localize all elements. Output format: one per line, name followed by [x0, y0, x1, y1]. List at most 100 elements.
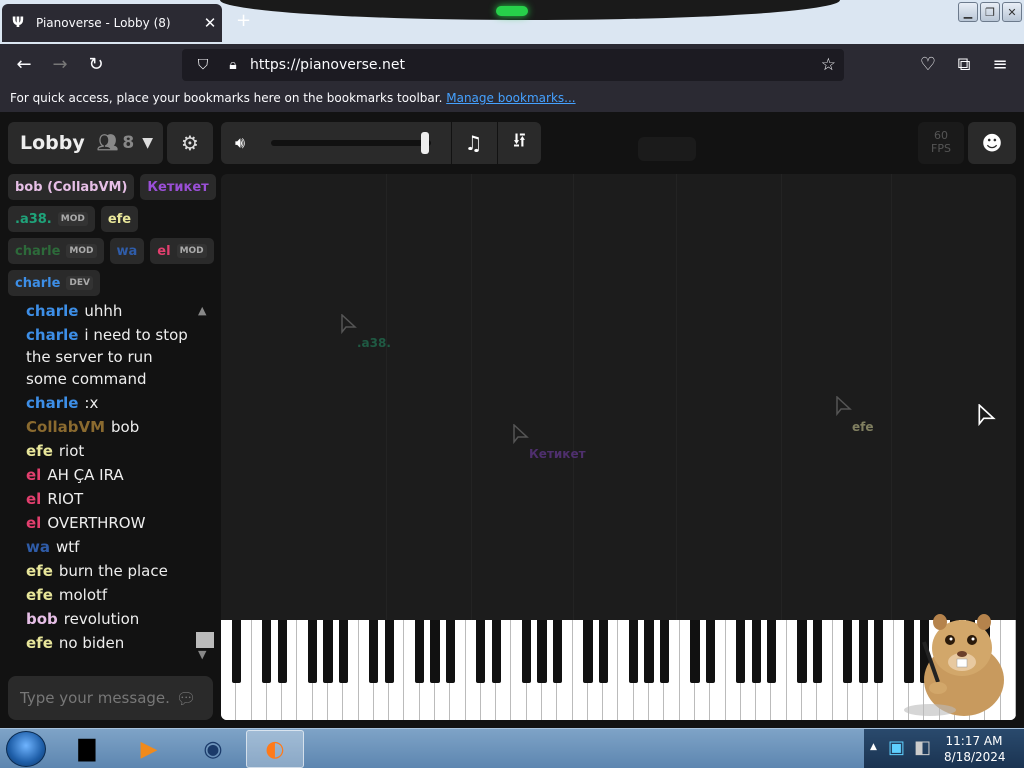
- user-chip[interactable]: Кетикет: [140, 174, 216, 200]
- start-button[interactable]: [6, 731, 46, 767]
- black-key[interactable]: [231, 620, 241, 683]
- tray-expand-icon[interactable]: ▲: [870, 742, 877, 752]
- extensions-icon[interactable]: ⧉: [952, 54, 976, 75]
- chat-scroll-thumb[interactable]: [196, 632, 214, 648]
- chat-author[interactable]: charle: [26, 394, 78, 412]
- user-chip[interactable]: efe: [100, 206, 139, 232]
- black-key[interactable]: [873, 620, 883, 683]
- user-chip[interactable]: bob (CollabVM): [8, 174, 135, 200]
- black-key[interactable]: [323, 620, 333, 683]
- chat-bubble-icon[interactable]: 💬︎: [176, 689, 196, 708]
- user-chip[interactable]: charle MOD: [8, 238, 104, 264]
- black-key[interactable]: [537, 620, 547, 683]
- scroll-up-icon[interactable]: ▲: [198, 304, 206, 317]
- chat-author[interactable]: CollabVM: [26, 418, 105, 436]
- black-key[interactable]: [338, 620, 348, 683]
- user-name: .a38.: [15, 211, 52, 227]
- browser-tab[interactable]: Ψ Pianoverse - Lobby (8) ✕: [2, 4, 222, 42]
- scroll-down-icon[interactable]: ▼: [198, 648, 206, 661]
- lobby-selector[interactable]: Lobby 👥︎ 8 ▼: [8, 122, 163, 164]
- chat-author[interactable]: el: [26, 466, 41, 484]
- pocket-icon[interactable]: ♡: [916, 54, 940, 75]
- forward-arrow-icon[interactable]: →: [48, 54, 72, 75]
- music-button[interactable]: ♫: [451, 122, 495, 164]
- url-text[interactable]: https://pianoverse.net: [250, 57, 821, 73]
- close-tab-icon[interactable]: ✕: [198, 14, 222, 32]
- volume-icon[interactable]: 🔊︎: [235, 133, 245, 153]
- black-key[interactable]: [598, 620, 608, 683]
- black-key[interactable]: [262, 620, 272, 683]
- octave-line: [573, 174, 574, 620]
- menu-icon[interactable]: ≡: [988, 54, 1012, 75]
- lock-icon[interactable]: 🔒︎: [224, 57, 242, 73]
- url-bar[interactable]: ⛉ 🔒︎ https://pianoverse.net ☆: [182, 49, 844, 81]
- chat-author[interactable]: efe: [26, 634, 53, 652]
- black-key[interactable]: [766, 620, 776, 683]
- volume-slider[interactable]: [271, 140, 431, 146]
- discord-button[interactable]: ☻: [968, 122, 1016, 164]
- user-chip[interactable]: wa: [109, 238, 145, 264]
- black-key[interactable]: [583, 620, 593, 683]
- black-key[interactable]: [812, 620, 822, 683]
- black-key[interactable]: [552, 620, 562, 683]
- black-key[interactable]: [369, 620, 379, 683]
- black-key[interactable]: [629, 620, 639, 683]
- black-key[interactable]: [858, 620, 868, 683]
- back-arrow-icon[interactable]: ←: [12, 54, 36, 75]
- chat-input[interactable]: [20, 689, 170, 707]
- black-key[interactable]: [797, 620, 807, 683]
- black-key[interactable]: [705, 620, 715, 683]
- black-key[interactable]: [522, 620, 532, 683]
- black-key[interactable]: [445, 620, 455, 683]
- volume-tray-icon[interactable]: ◧: [914, 737, 931, 758]
- piano-keyboard[interactable]: [221, 620, 1016, 720]
- restore-button[interactable]: ❐: [980, 2, 1000, 22]
- black-key[interactable]: [476, 620, 486, 683]
- black-key[interactable]: [415, 620, 425, 683]
- chat-author[interactable]: el: [26, 490, 41, 508]
- octave-line: [471, 174, 472, 620]
- black-key[interactable]: [736, 620, 746, 683]
- reload-icon[interactable]: ↻: [84, 54, 108, 75]
- black-key[interactable]: [308, 620, 318, 683]
- chat-author[interactable]: bob: [26, 610, 58, 628]
- close-window-button[interactable]: ✕: [1002, 2, 1022, 22]
- black-key[interactable]: [491, 620, 501, 683]
- chat-author[interactable]: charle: [26, 302, 78, 320]
- bookmarks-toolbar: For quick access, place your bookmarks h…: [0, 86, 1024, 112]
- chat-author[interactable]: efe: [26, 562, 53, 580]
- midi-button[interactable]: ⭿: [497, 122, 541, 164]
- note-canvas[interactable]: .a38. Кетикет efe: [221, 174, 1016, 620]
- user-chip[interactable]: .a38. MOD: [8, 206, 95, 232]
- shield-icon[interactable]: ⛉: [194, 57, 212, 73]
- new-tab-button[interactable]: +: [236, 10, 251, 31]
- user-chip[interactable]: el MOD: [150, 238, 214, 264]
- black-key[interactable]: [277, 620, 287, 683]
- black-key[interactable]: [384, 620, 394, 683]
- system-clock[interactable]: 11:17 AM 8/18/2024: [944, 733, 1006, 765]
- remote-cursor-label: efe: [852, 420, 874, 434]
- minimize-button[interactable]: ▁: [958, 2, 978, 22]
- manage-bookmarks-link[interactable]: Manage bookmarks...: [446, 91, 575, 105]
- chat-author[interactable]: wa: [26, 538, 50, 556]
- chat-author[interactable]: charle: [26, 326, 78, 344]
- taskbar-firefox-icon[interactable]: ◐: [246, 730, 304, 768]
- network-icon[interactable]: ▣: [888, 737, 905, 758]
- user-chip[interactable]: charle DEV: [8, 270, 101, 296]
- black-key[interactable]: [690, 620, 700, 683]
- taskbar-globe-icon[interactable]: ◉: [184, 730, 242, 768]
- bookmark-star-icon[interactable]: ☆: [821, 55, 836, 75]
- taskbar-media-player-icon[interactable]: ▶: [120, 730, 178, 768]
- chat-author[interactable]: efe: [26, 586, 53, 604]
- settings-button[interactable]: ⚙: [167, 122, 213, 164]
- black-key[interactable]: [751, 620, 761, 683]
- black-key[interactable]: [644, 620, 654, 683]
- taskbar-computer-icon[interactable]: ▇: [58, 730, 116, 768]
- chat-author[interactable]: el: [26, 514, 41, 532]
- user-list: bob (CollabVM) Кетикет .a38. MOD efe charle MO…: [8, 174, 216, 302]
- chat-author[interactable]: efe: [26, 442, 53, 460]
- black-key[interactable]: [430, 620, 440, 683]
- black-key[interactable]: [843, 620, 853, 683]
- volume-slider-thumb[interactable]: [421, 132, 429, 154]
- black-key[interactable]: [659, 620, 669, 683]
